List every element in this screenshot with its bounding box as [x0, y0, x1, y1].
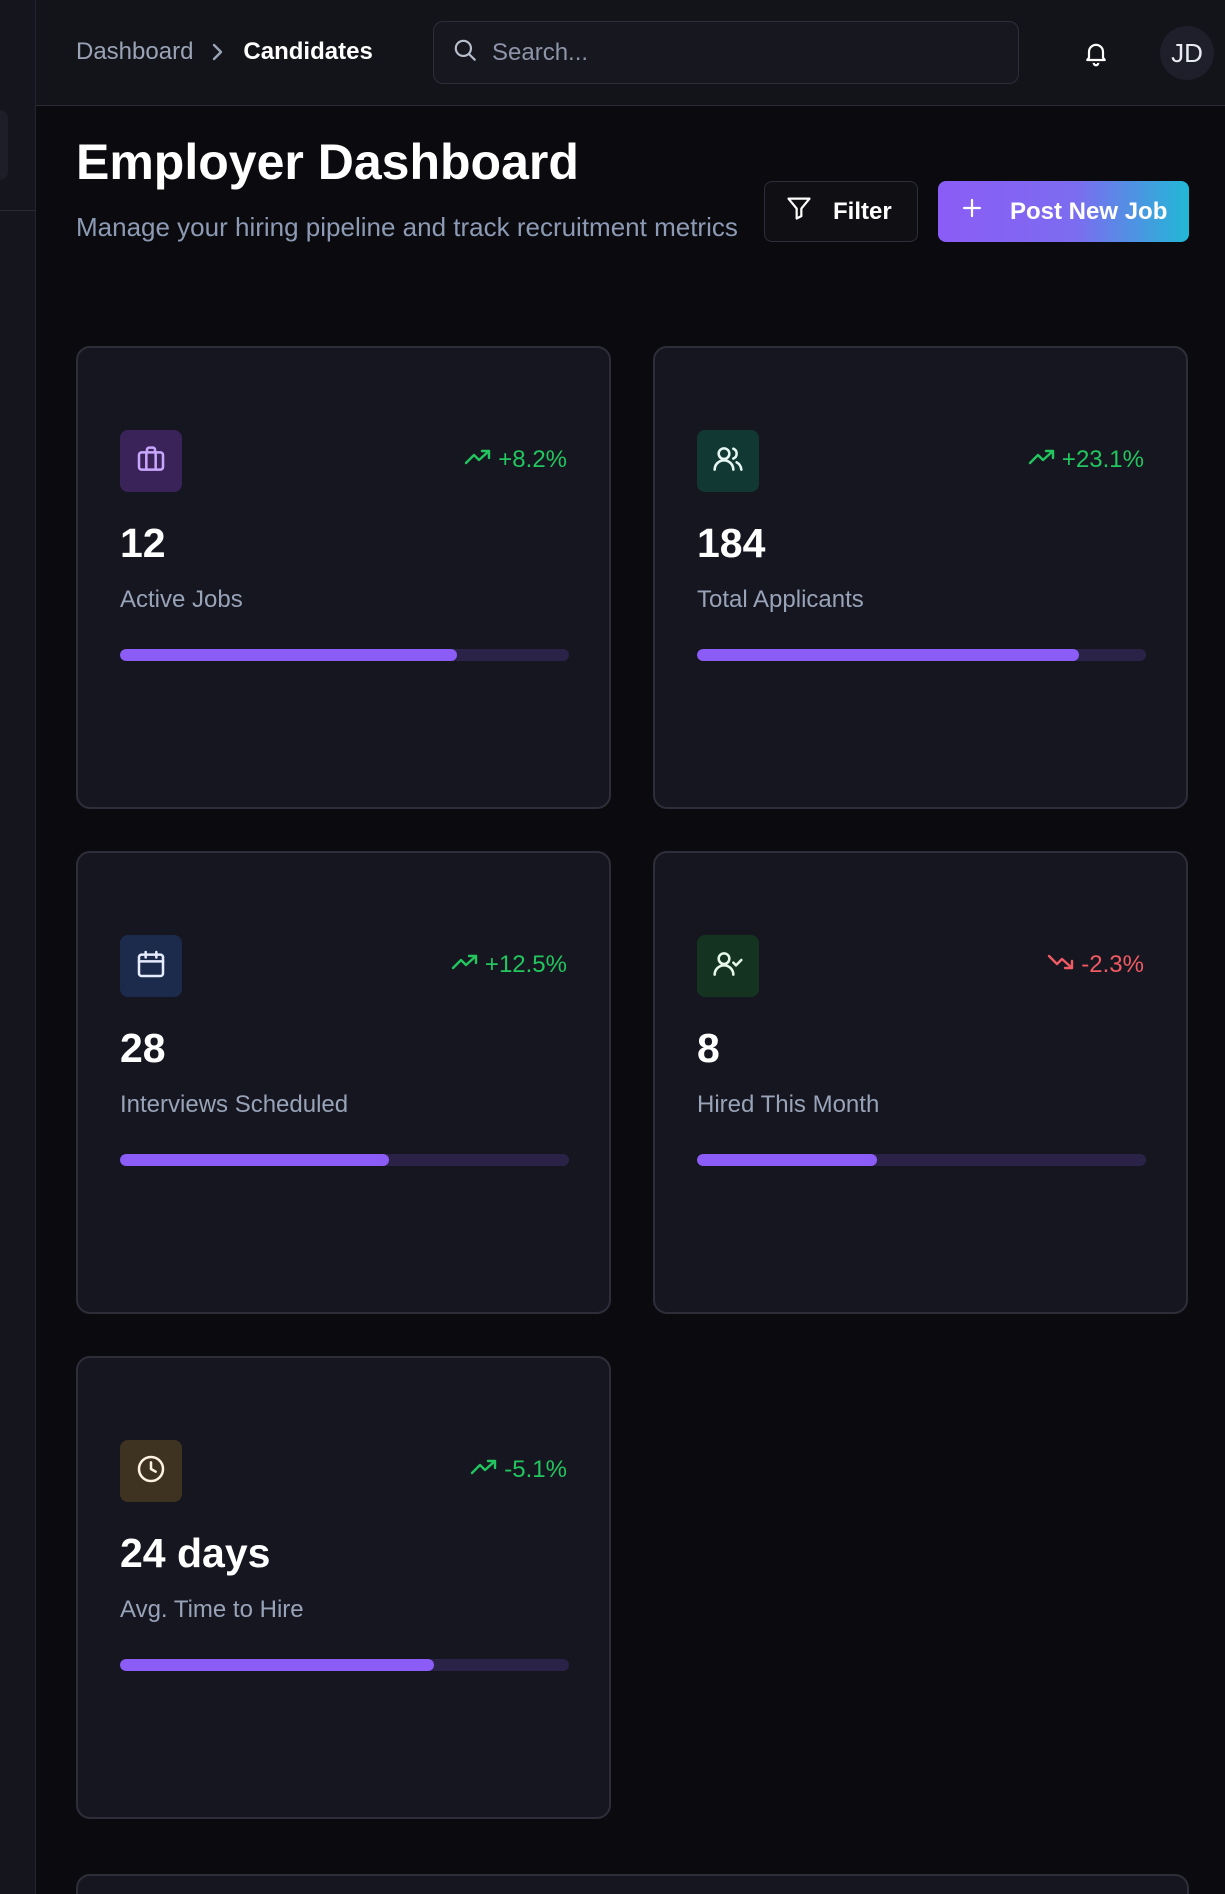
chevron-right-icon — [203, 42, 233, 62]
plus-icon — [960, 196, 984, 227]
trend-value: -5.1% — [504, 1456, 567, 1483]
trend-indicator: +23.1% — [1028, 446, 1144, 474]
trending-up-icon — [1028, 446, 1056, 474]
trend-indicator: -5.1% — [470, 1456, 567, 1484]
filter-button-label: Filter — [833, 197, 892, 225]
post-new-job-button[interactable]: Post New Job — [938, 181, 1189, 242]
stat-icon-box — [697, 430, 759, 492]
trend-value: +23.1% — [1061, 446, 1144, 473]
stat-card-avg-time-to-hire[interactable]: -5.1% 24 days Avg. Time to Hire — [76, 1356, 611, 1819]
stat-value: 12 — [120, 520, 166, 566]
bell-icon[interactable] — [1082, 38, 1110, 73]
sidebar-toggle[interactable] — [0, 110, 8, 180]
avatar[interactable]: JD — [1160, 26, 1214, 80]
stat-value: 8 — [697, 1025, 720, 1071]
progress-fill — [120, 649, 457, 661]
stat-icon-box — [697, 935, 759, 997]
page-subtitle: Manage your hiring pipeline and track re… — [76, 212, 738, 242]
breadcrumb-dashboard-link[interactable]: Dashboard — [76, 38, 193, 66]
sidebar — [0, 0, 36, 1894]
stat-card-hired-this-month[interactable]: -2.3% 8 Hired This Month — [653, 851, 1188, 1314]
stat-value: 28 — [120, 1025, 166, 1071]
stat-icon-box — [120, 935, 182, 997]
progress-track — [697, 1154, 1146, 1166]
stat-label: Total Applicants — [697, 586, 864, 613]
user-check-icon — [712, 948, 744, 985]
trend-indicator: +8.2% — [464, 446, 567, 474]
stat-card-interviews-scheduled[interactable]: +12.5% 28 Interviews Scheduled — [76, 851, 611, 1314]
stat-label: Hired This Month — [697, 1091, 880, 1118]
progress-track — [697, 649, 1146, 661]
progress-track — [120, 649, 569, 661]
progress-fill — [120, 1659, 435, 1671]
stat-value: 24 days — [120, 1530, 271, 1576]
trend-value: -2.3% — [1081, 951, 1144, 978]
top-bar: Dashboard Candidates JD — [36, 0, 1225, 106]
trend-indicator: -2.3% — [1047, 951, 1144, 979]
page-title: Employer Dashboard — [76, 134, 579, 190]
progress-fill — [120, 1154, 390, 1166]
clock-icon — [135, 1453, 167, 1490]
trending-up-icon — [464, 446, 492, 474]
trend-value: +8.2% — [498, 446, 567, 473]
stat-card-active-jobs[interactable]: +8.2% 12 Active Jobs — [76, 346, 611, 809]
stat-value: 184 — [697, 520, 766, 566]
breadcrumb: Dashboard Candidates — [76, 38, 373, 66]
stat-label: Interviews Scheduled — [120, 1091, 349, 1118]
progress-track — [120, 1659, 569, 1671]
briefcase-icon — [135, 443, 167, 480]
search-input[interactable] — [492, 38, 992, 67]
trend-indicator: +12.5% — [451, 951, 567, 979]
stat-icon-box — [120, 1440, 182, 1502]
trending-up-icon — [451, 951, 479, 979]
stat-label: Active Jobs — [120, 586, 243, 613]
progress-fill — [697, 649, 1079, 661]
search-box[interactable] — [433, 21, 1019, 84]
users-icon — [712, 443, 744, 480]
filter-icon — [785, 194, 813, 229]
progress-fill — [697, 1154, 877, 1166]
stat-card-total-applicants[interactable]: +23.1% 184 Total Applicants — [653, 346, 1188, 809]
trending-up-icon — [470, 1456, 498, 1484]
trend-value: +12.5% — [484, 951, 567, 978]
search-icon — [452, 37, 478, 68]
post-new-job-label: Post New Job — [1010, 197, 1168, 225]
breadcrumb-current: Candidates — [243, 38, 373, 65]
calendar-icon — [135, 948, 167, 985]
stat-label: Avg. Time to Hire — [120, 1596, 304, 1623]
stat-icon-box — [120, 430, 182, 492]
sidebar-divider — [0, 210, 36, 211]
progress-track — [120, 1154, 569, 1166]
trending-down-icon — [1047, 951, 1075, 979]
filter-button[interactable]: Filter — [764, 181, 918, 242]
next-section-card — [76, 1874, 1189, 1894]
